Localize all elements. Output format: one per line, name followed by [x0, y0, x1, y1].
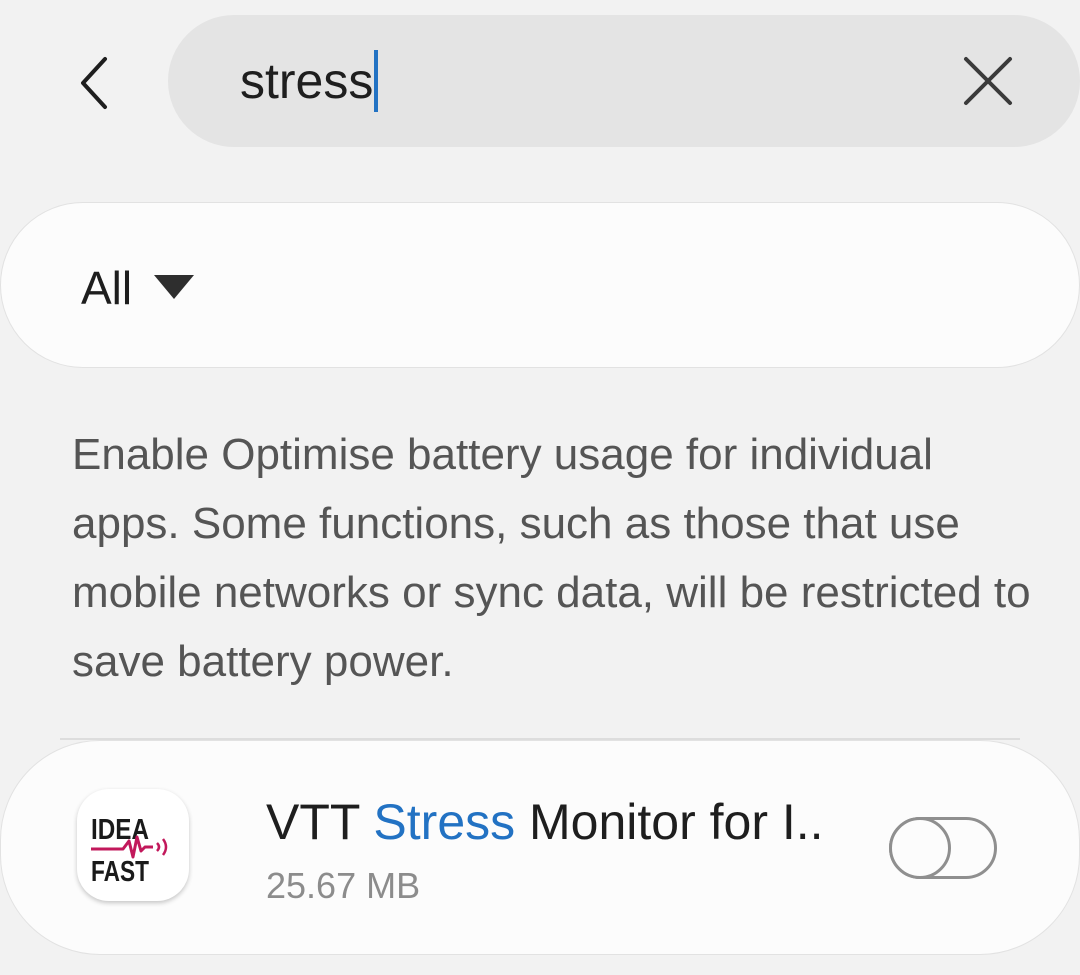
filter-selected-label: All — [81, 262, 133, 314]
filter-card: All — [0, 202, 1080, 368]
dropdown-triangle-icon — [154, 275, 195, 299]
close-icon — [964, 57, 1012, 105]
text-cursor — [374, 50, 379, 112]
search-input[interactable]: stress — [240, 45, 379, 117]
app-name-suffix: Monitor for I.. — [515, 794, 824, 850]
search-bar[interactable]: stress — [168, 15, 1080, 147]
optimise-toggle[interactable] — [889, 817, 997, 879]
optimisation-description: Enable Optimise battery usage for indivi… — [72, 430, 1031, 686]
back-button[interactable] — [60, 45, 130, 120]
app-name-prefix: VTT — [266, 794, 374, 850]
idea-fast-app-icon: IDEA FAST — [77, 789, 189, 901]
app-name: VTT Stress Monitor for I.. — [266, 793, 866, 851]
search-query: stress — [240, 53, 374, 109]
clear-search-button[interactable] — [958, 51, 1018, 111]
app-filter-dropdown[interactable]: All — [81, 253, 195, 323]
app-list-item[interactable]: IDEA FAST VTT Stress Monitor for I.. 25.… — [0, 740, 1080, 955]
toggle-knob — [889, 817, 951, 879]
chevron-left-icon — [81, 56, 107, 109]
app-size: 25.67 MB — [266, 865, 421, 906]
icon-text-line1: IDEA — [91, 814, 149, 846]
battery-optimisation-screen: stress All Enable Optimise battery usage… — [0, 0, 1080, 975]
icon-text-line2: FAST — [91, 856, 149, 888]
app-name-match-highlight: Stress — [373, 794, 516, 850]
